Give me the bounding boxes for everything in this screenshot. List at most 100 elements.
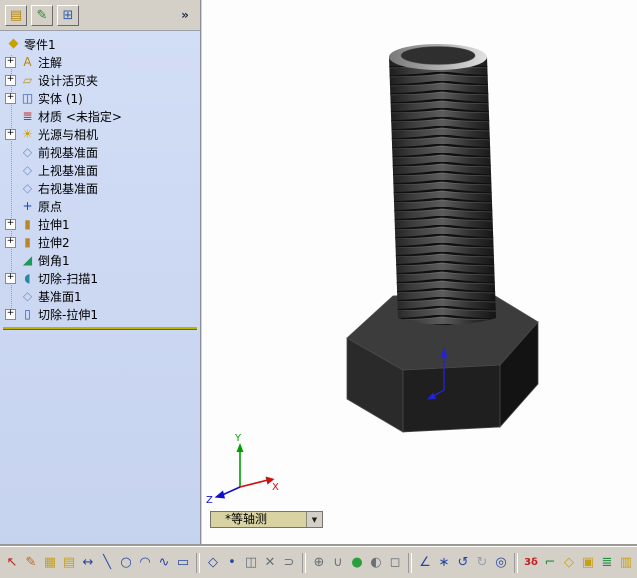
redo-glyph: ↻ bbox=[476, 555, 488, 570]
plane-icon: ◇ bbox=[22, 289, 33, 303]
sketch-icon[interactable]: ✎ bbox=[22, 553, 40, 572]
tree-item-cut-sweep1[interactable]: + ◖ 切除-扫描1 bbox=[0, 269, 200, 287]
layers-icon[interactable]: ≣ bbox=[598, 553, 616, 572]
expand-toggle[interactable]: + bbox=[5, 236, 16, 248]
expand-toggle[interactable]: + bbox=[5, 272, 16, 284]
wireframe-view-icon[interactable]: ◻ bbox=[386, 553, 404, 572]
featuremanager-tree-icon: ▤ bbox=[9, 7, 23, 23]
toolbar-separator bbox=[408, 552, 412, 573]
mirror-icon[interactable]: ◫ bbox=[242, 553, 260, 572]
undo-icon[interactable]: ↺ bbox=[454, 553, 472, 572]
3d-dimension-glyph: 3δ bbox=[524, 557, 538, 568]
rectangle-glyph: ▭ bbox=[176, 555, 190, 570]
chevron-down-icon: ▼ bbox=[311, 515, 318, 524]
arc-glyph: ◠ bbox=[139, 555, 151, 570]
rollback-bar[interactable] bbox=[3, 327, 197, 330]
tree-root-part1[interactable]: ◆ 零件1 bbox=[0, 35, 200, 53]
tree-item-design-binder[interactable]: + ▱ 设计活页夹 bbox=[0, 71, 200, 89]
graphics-viewport[interactable]: Y X Z *等轴测 ▼ bbox=[202, 0, 637, 546]
expand-toggle[interactable]: + bbox=[5, 218, 16, 230]
layers-glyph: ≣ bbox=[601, 555, 613, 570]
redo-icon[interactable]: ↻ bbox=[473, 553, 491, 572]
tree-item-extrude2[interactable]: + ▮ 拉伸2 bbox=[0, 233, 200, 251]
circle-icon[interactable]: ○ bbox=[117, 553, 135, 572]
configurationmanager-tab[interactable]: ⊞ bbox=[57, 4, 79, 26]
plane-icon: ◇ bbox=[22, 145, 33, 159]
3d-dimension-icon[interactable]: 3δ bbox=[522, 553, 540, 572]
point-glyph: • bbox=[228, 555, 236, 570]
rectangle-icon[interactable]: ▭ bbox=[174, 553, 192, 572]
bottom-toolbar: ↖ ✎ ▦ ▤ ↔ ╲ ○ ◠ ∿ ▭ ◇ • ◫ ✕ ⊃ ⊕ ∪ ● ◐ ◻ ∠ ∗ ↺ ↻ ◎ 3δ ⌐ ◇ ▣ ≣ ▥ bbox=[0, 546, 637, 578]
triad-y-label: Y bbox=[234, 433, 242, 444]
propertymanager-tab[interactable]: ✎ bbox=[31, 4, 53, 26]
tree-item-label: 材质 <未指定> bbox=[38, 109, 122, 124]
block-icon[interactable]: ▥ bbox=[617, 553, 635, 572]
tree-item-material[interactable]: ≣ 材质 <未指定> bbox=[0, 107, 200, 125]
mirror-glyph: ◫ bbox=[244, 555, 258, 570]
constraint-glyph: ∠ bbox=[419, 555, 431, 570]
part-3d-view[interactable]: Y X Z bbox=[202, 0, 637, 546]
expand-toggle[interactable]: + bbox=[5, 308, 16, 320]
propertymanager-icon: ✎ bbox=[36, 7, 48, 23]
plane-tool-glyph: ◇ bbox=[564, 555, 574, 570]
tree-item-extrude1[interactable]: + ▮ 拉伸1 bbox=[0, 215, 200, 233]
tree-item-front-plane[interactable]: ◇ 前视基准面 bbox=[0, 143, 200, 161]
expand-toggle[interactable]: + bbox=[5, 92, 16, 104]
line-icon[interactable]: ╲ bbox=[98, 553, 116, 572]
plane-tool-icon[interactable]: ◇ bbox=[560, 553, 578, 572]
convert-entities-icon[interactable]: ⊕ bbox=[310, 553, 328, 572]
featuremanager-tab[interactable]: ▤ bbox=[5, 4, 27, 26]
undo-glyph: ↺ bbox=[457, 555, 469, 570]
view-orientation-combo[interactable]: *等轴测 ▼ bbox=[210, 511, 323, 528]
tree-item-solid-bodies[interactable]: + ◫ 实体 (1) bbox=[0, 89, 200, 107]
block-glyph: ▥ bbox=[619, 555, 633, 570]
fillet-icon[interactable]: ∪ bbox=[329, 553, 347, 572]
tree-item-label: 实体 (1) bbox=[38, 91, 83, 106]
triad-x-label: X bbox=[272, 482, 279, 493]
tree-item-chamfer1[interactable]: ◢ 倒角1 bbox=[0, 251, 200, 269]
smart-dimension-icon[interactable]: ∗ bbox=[435, 553, 453, 572]
trim-glyph: ✕ bbox=[264, 555, 276, 570]
dimension-icon[interactable]: ↔ bbox=[79, 553, 97, 572]
chamfer-icon: ◢ bbox=[22, 253, 33, 267]
note-glyph: ▤ bbox=[62, 555, 76, 570]
smart-dimension-glyph: ∗ bbox=[438, 555, 450, 570]
configurationmanager-icon: ⊞ bbox=[62, 7, 74, 23]
select-arrow-icon[interactable]: ↖ bbox=[3, 553, 21, 572]
tree-item-right-plane[interactable]: ◇ 右视基准面 bbox=[0, 179, 200, 197]
polygon-glyph: ◇ bbox=[208, 555, 218, 570]
polygon-icon[interactable]: ◇ bbox=[204, 553, 222, 572]
cube-tool-icon[interactable]: ▣ bbox=[579, 553, 597, 572]
tree-item-cut-extrude1[interactable]: + ▯ 切除-拉伸1 bbox=[0, 305, 200, 323]
grid-glyph: ▦ bbox=[43, 555, 57, 570]
constraint-icon[interactable]: ∠ bbox=[416, 553, 434, 572]
tree-item-label: 切除-拉伸1 bbox=[38, 307, 98, 322]
orientation-triad: Y X Z bbox=[206, 433, 279, 506]
grid-icon[interactable]: ▦ bbox=[41, 553, 59, 572]
tree-item-label: 拉伸2 bbox=[38, 235, 70, 250]
tree-item-plane1[interactable]: ◇ 基准面1 bbox=[0, 287, 200, 305]
arc-icon[interactable]: ◠ bbox=[136, 553, 154, 572]
offset-icon[interactable]: ⊃ bbox=[280, 553, 298, 572]
note-icon[interactable]: ▤ bbox=[60, 553, 78, 572]
fillet-glyph: ∪ bbox=[333, 555, 343, 570]
panel-expand-button[interactable]: » bbox=[175, 6, 195, 25]
boss-extrude-icon: ▮ bbox=[24, 217, 31, 231]
offset-glyph: ⊃ bbox=[283, 555, 295, 570]
tree-item-label: 倒角1 bbox=[38, 253, 70, 268]
tree-item-lights-cameras[interactable]: + ☀ 光源与相机 bbox=[0, 125, 200, 143]
expand-toggle[interactable]: + bbox=[5, 74, 16, 86]
spline-icon[interactable]: ∿ bbox=[155, 553, 173, 572]
expand-toggle[interactable]: + bbox=[5, 128, 16, 140]
corner-rectangle-icon[interactable]: ⌐ bbox=[541, 553, 559, 572]
render-sphere-icon[interactable]: ● bbox=[348, 553, 366, 572]
point-icon[interactable]: • bbox=[223, 553, 241, 572]
tree-item-annotations[interactable]: + A 注解 bbox=[0, 53, 200, 71]
combo-dropdown-button[interactable]: ▼ bbox=[306, 512, 322, 527]
tree-item-top-plane[interactable]: ◇ 上视基准面 bbox=[0, 161, 200, 179]
shaded-view-icon[interactable]: ◐ bbox=[367, 553, 385, 572]
trim-icon[interactable]: ✕ bbox=[261, 553, 279, 572]
expand-toggle[interactable]: + bbox=[5, 56, 16, 68]
tree-item-origin[interactable]: + 原点 bbox=[0, 197, 200, 215]
zoom-icon[interactable]: ◎ bbox=[492, 553, 510, 572]
